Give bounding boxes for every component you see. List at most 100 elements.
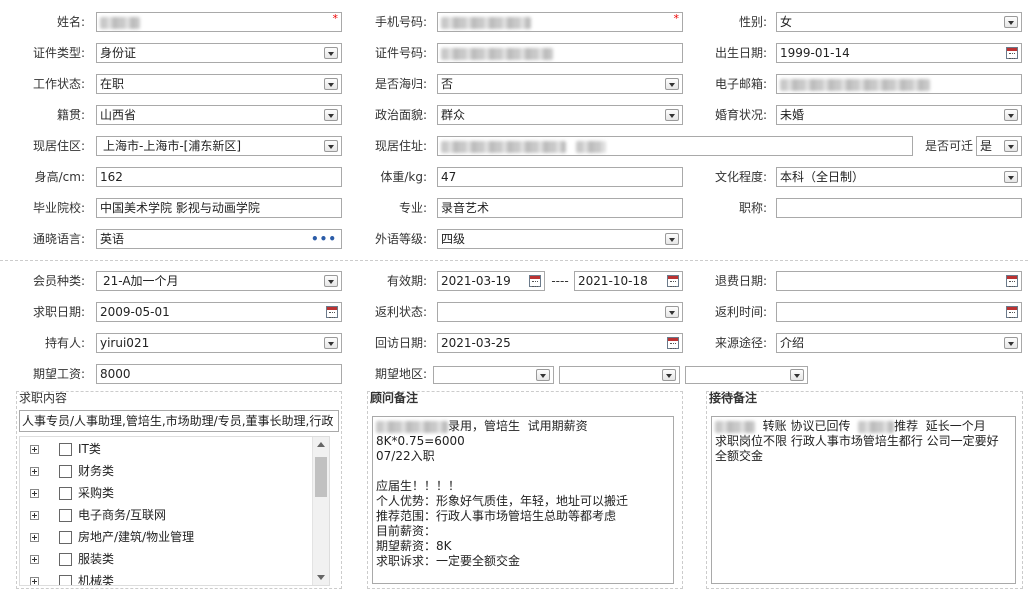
- chevron-down-icon[interactable]: [1004, 109, 1018, 121]
- checkbox[interactable]: [59, 575, 72, 585]
- calendar-icon[interactable]: [529, 275, 541, 287]
- phone-field[interactable]: *: [437, 12, 683, 32]
- selected-jobs-field[interactable]: 人事专员/人事助理,管培生,市场助理/专员,董事长助理,行政: [19, 410, 339, 432]
- reception-notes-textarea[interactable]: 转账 协议已回传 推荐 延长一个月 求职岗位不限 行政人事市场管培生都行 公司一…: [711, 416, 1016, 584]
- height-field[interactable]: 162: [96, 167, 342, 187]
- checkbox[interactable]: [59, 509, 72, 522]
- gender-select[interactable]: 女: [776, 12, 1022, 32]
- gender-label: 性别:: [738, 15, 767, 29]
- work-status-label: 工作状态:: [32, 77, 85, 91]
- chevron-down-icon[interactable]: [324, 78, 338, 90]
- checkbox[interactable]: [59, 465, 72, 478]
- refund-date-label: 退费日期:: [714, 274, 767, 288]
- chevron-down-icon[interactable]: [324, 337, 338, 349]
- chevron-down-icon[interactable]: [536, 369, 550, 381]
- overseas-select[interactable]: 否: [437, 74, 683, 94]
- relocate-select[interactable]: 是: [976, 136, 1022, 156]
- chevron-down-icon[interactable]: [665, 109, 679, 121]
- expand-icon[interactable]: [30, 511, 39, 520]
- school-field[interactable]: 中国美术学院 影视与动画学院: [96, 198, 342, 218]
- refund-date-field[interactable]: [776, 271, 1022, 291]
- native-place-select[interactable]: 山西省: [96, 105, 342, 125]
- id-type-select[interactable]: 身份证: [96, 43, 342, 63]
- chevron-down-icon[interactable]: [1004, 337, 1018, 349]
- job-date-field[interactable]: 2009-05-01: [96, 302, 342, 322]
- more-icon[interactable]: •••: [311, 230, 337, 248]
- email-field[interactable]: [776, 74, 1022, 94]
- checkbox[interactable]: [59, 443, 72, 456]
- expand-icon[interactable]: [30, 445, 39, 454]
- expand-icon[interactable]: [30, 467, 39, 476]
- checkbox[interactable]: [59, 531, 72, 544]
- valid-to-field[interactable]: 2021-10-18: [574, 271, 683, 291]
- consultant-notes-textarea[interactable]: 录用，管培生 试用期薪资8K*0.75=6000 07/22入职 应届生！！！！…: [372, 416, 674, 584]
- chevron-down-icon[interactable]: [1004, 171, 1018, 183]
- rebate-time-field[interactable]: [776, 302, 1022, 322]
- current-region-select[interactable]: 上海市-上海市-[浦东新区]: [96, 136, 342, 156]
- job-content-title: 求职内容: [19, 391, 68, 405]
- expand-icon[interactable]: [30, 489, 39, 498]
- checkbox[interactable]: [59, 553, 72, 566]
- expand-icon[interactable]: [30, 555, 39, 564]
- major-label: 专业:: [398, 201, 427, 215]
- required-mark: *: [332, 12, 339, 25]
- calendar-icon[interactable]: [1006, 306, 1018, 318]
- weight-field[interactable]: 47: [437, 167, 683, 187]
- chevron-down-icon[interactable]: [790, 369, 804, 381]
- rebate-status-select[interactable]: [437, 302, 683, 322]
- relocate-label: 是否可迁: [924, 139, 973, 153]
- calendar-icon[interactable]: [326, 306, 338, 318]
- name-label: 姓名:: [56, 15, 85, 29]
- title-label: 职称:: [738, 201, 767, 215]
- chevron-down-icon[interactable]: [1004, 140, 1018, 152]
- expand-icon[interactable]: [30, 577, 39, 585]
- valid-from-field[interactable]: 2021-03-19: [437, 271, 545, 291]
- scroll-thumb[interactable]: [315, 457, 327, 497]
- chevron-down-icon[interactable]: [665, 78, 679, 90]
- chevron-down-icon[interactable]: [662, 369, 676, 381]
- scroll-down-icon[interactable]: [317, 575, 325, 580]
- language-field[interactable]: 英语 •••: [96, 229, 342, 249]
- education-select[interactable]: 本科（全日制）: [776, 167, 1022, 187]
- lang-level-select[interactable]: 四级: [437, 229, 683, 249]
- title-field[interactable]: [776, 198, 1022, 218]
- visit-date-field[interactable]: 2021-03-25: [437, 333, 683, 353]
- section-divider: [0, 260, 1028, 261]
- current-address-field[interactable]: [437, 136, 913, 156]
- expand-icon[interactable]: [30, 533, 39, 542]
- chevron-down-icon[interactable]: [1004, 16, 1018, 28]
- marital-select[interactable]: 未婚: [776, 105, 1022, 125]
- scroll-up-icon[interactable]: [317, 442, 325, 447]
- calendar-icon[interactable]: [1006, 47, 1018, 59]
- chevron-down-icon[interactable]: [324, 47, 338, 59]
- redacted-value: [858, 420, 895, 433]
- checkbox[interactable]: [59, 487, 72, 500]
- political-label: 政治面貌:: [374, 108, 427, 122]
- job-date-label: 求职日期:: [32, 305, 85, 319]
- redacted-value: [576, 140, 606, 153]
- expected-area-city-select[interactable]: [559, 366, 680, 384]
- chevron-down-icon[interactable]: [324, 109, 338, 121]
- chevron-down-icon[interactable]: [665, 306, 679, 318]
- expected-area-district-select[interactable]: [685, 366, 808, 384]
- name-field[interactable]: *: [96, 12, 342, 32]
- job-category-tree[interactable]: IT类 财务类 采购类 电子商务/互联网 房地产/建筑/物业管理 服装类 机械类: [19, 436, 330, 586]
- id-number-field[interactable]: [437, 43, 683, 63]
- source-select[interactable]: 介绍: [776, 333, 1022, 353]
- calendar-icon[interactable]: [667, 337, 679, 349]
- chevron-down-icon[interactable]: [324, 140, 338, 152]
- expected-salary-field[interactable]: 8000: [96, 364, 342, 384]
- rebate-time-label: 返利时间:: [714, 305, 767, 319]
- member-type-select[interactable]: 21-A加一个月: [96, 271, 342, 291]
- chevron-down-icon[interactable]: [665, 233, 679, 245]
- chevron-down-icon[interactable]: [324, 275, 338, 287]
- vertical-scrollbar[interactable]: [312, 437, 329, 585]
- calendar-icon[interactable]: [667, 275, 679, 287]
- major-field[interactable]: 录音艺术: [437, 198, 683, 218]
- holder-select[interactable]: yirui021: [96, 333, 342, 353]
- expected-area-province-select[interactable]: [433, 366, 554, 384]
- political-select[interactable]: 群众: [437, 105, 683, 125]
- birth-date-field[interactable]: 1999-01-14: [776, 43, 1022, 63]
- calendar-icon[interactable]: [1006, 275, 1018, 287]
- work-status-select[interactable]: 在职: [96, 74, 342, 94]
